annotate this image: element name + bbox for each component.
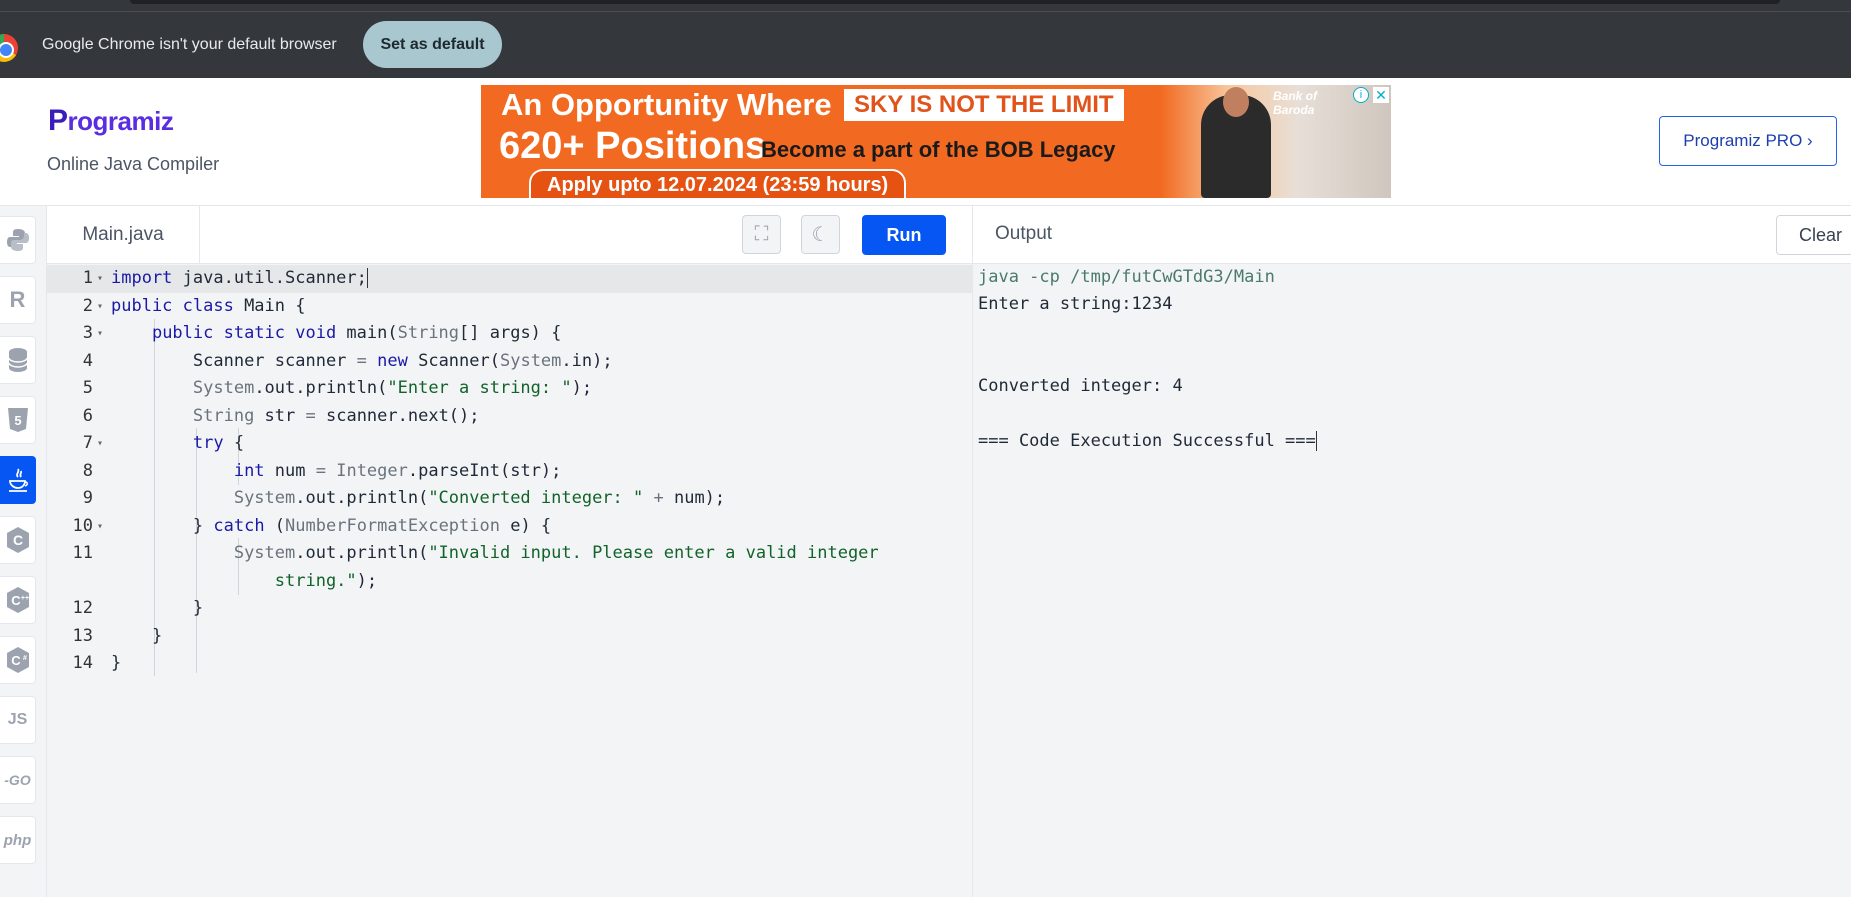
ad-close-icon[interactable]: ✕ — [1373, 87, 1389, 103]
dark-mode-icon[interactable]: ☾ — [801, 215, 840, 254]
code-line: 8 int num = Integer.parseInt(str); — [47, 458, 972, 486]
line-number: 5 — [82, 378, 93, 398]
logo-text: rogramiz — [67, 106, 174, 136]
r-label: R — [9, 287, 26, 312]
code-line: 2 ▾ public class Main { — [47, 293, 972, 321]
c-language-icon[interactable]: C — [0, 516, 36, 564]
line-number: 1 — [82, 268, 93, 288]
tab-strip — [130, 0, 1780, 4]
js-label: JS — [7, 711, 28, 728]
run-button[interactable]: Run — [862, 215, 946, 255]
svg-text:5: 5 — [14, 413, 21, 428]
programiz-pro-button[interactable]: Programiz PRO › — [1659, 116, 1837, 166]
chrome-logo-icon — [0, 34, 18, 62]
database-icon[interactable] — [0, 336, 36, 384]
ad-highlight: SKY IS NOT THE LIMIT — [844, 89, 1124, 121]
output-console[interactable]: java -cp /tmp/futCwGTdG3/Main Enter a st… — [972, 264, 1851, 897]
execution-status: === Code Execution Successful === — [978, 431, 1316, 451]
text-cursor — [1315, 431, 1317, 451]
output-line: Enter a string:1234 — [978, 294, 1173, 314]
line-number: 13 — [72, 625, 93, 646]
line-number: 9 — [82, 488, 93, 508]
svg-text:C: C — [11, 593, 21, 608]
code-line: 13 } — [47, 623, 972, 651]
cpp-language-icon[interactable]: C ++ — [0, 576, 36, 624]
svg-text:C: C — [11, 653, 21, 668]
php-language-icon[interactable]: php — [0, 816, 36, 864]
output-line: === Code Execution Successful === — [978, 428, 1317, 455]
code-line: 12 } — [47, 595, 972, 623]
code-line: 6 String str = scanner.next(); — [47, 403, 972, 431]
editor-toolbar: Main.java ⛶ ☾ Run — [47, 206, 972, 264]
php-label: php — [3, 831, 32, 849]
code-line: 7 ▾ try { — [47, 430, 972, 458]
output-command: java -cp /tmp/futCwGTdG3/Main — [978, 267, 1275, 287]
ad-positions: 620+ Positions — [499, 125, 767, 167]
ad-brand-logo: Bank of Baroda — [1273, 89, 1318, 117]
line-number: 3 — [82, 323, 93, 343]
fold-arrow-icon[interactable]: ▾ — [97, 265, 111, 293]
code-line: 5 System.out.println("Enter a string: ")… — [47, 375, 972, 403]
line-number: 2 — [82, 295, 93, 316]
logo-p: P — [48, 104, 68, 137]
csharp-language-icon[interactable]: C # — [0, 636, 36, 684]
line-number: 10 — [72, 515, 93, 536]
file-tab-main-java[interactable]: Main.java — [47, 206, 200, 264]
code-line: 11 System.out.println("Invalid input. Pl… — [47, 540, 972, 568]
fold-arrow-icon[interactable]: ▾ — [97, 293, 111, 321]
go-label: -GO — [4, 772, 31, 788]
code-line: 14 } — [47, 650, 972, 678]
language-sidebar: R 5 C C ++ C # JS -GO php — [0, 206, 47, 897]
advertisement-banner[interactable]: An Opportunity Where SKY IS NOT THE LIMI… — [481, 85, 1391, 198]
svg-text:C: C — [12, 532, 22, 548]
javascript-icon[interactable]: JS — [0, 696, 36, 744]
r-language-icon[interactable]: R — [0, 276, 36, 324]
fold-arrow-icon[interactable]: ▾ — [97, 430, 111, 458]
site-header: Programiz Online Java Compiler An Opport… — [0, 78, 1851, 206]
code-line: 3 ▾ public static void main(String[] args… — [47, 320, 972, 348]
line-number: 12 — [72, 598, 93, 618]
clear-button[interactable]: Clear — [1776, 215, 1851, 255]
java-icon[interactable] — [0, 456, 36, 504]
output-line: Converted integer: 4 — [978, 376, 1183, 396]
divider — [0, 11, 1851, 12]
line-number: 11 — [72, 543, 93, 563]
fold-arrow-icon[interactable]: ▾ — [97, 513, 111, 541]
page-subtitle: Online Java Compiler — [47, 154, 220, 174]
output-title: Output — [995, 223, 1053, 244]
svg-text:#: # — [23, 655, 27, 662]
line-number — [47, 568, 97, 596]
code-line: 4 Scanner scanner = new Scanner(System.i… — [47, 348, 972, 376]
fullscreen-icon[interactable]: ⛶ — [742, 215, 781, 254]
default-browser-message: Google Chrome isn't your default browser — [42, 36, 337, 53]
set-as-default-button[interactable]: Set as default — [363, 21, 502, 68]
svg-text:++: ++ — [20, 595, 28, 602]
chrome-infobar: Google Chrome isn't your default browser… — [0, 0, 1851, 78]
line-number: 14 — [72, 653, 93, 673]
python-icon[interactable] — [0, 216, 36, 264]
html5-icon[interactable]: 5 — [0, 396, 36, 444]
code-line: 9 System.out.println("Converted integer:… — [47, 485, 972, 513]
code-editor[interactable]: 1 ▾ import java.util.Scanner; 2 ▾ public c… — [47, 264, 972, 897]
go-language-icon[interactable]: -GO — [0, 756, 36, 804]
programiz-logo[interactable]: Programiz — [48, 104, 174, 138]
code-line-wrapped: string."); — [47, 568, 972, 596]
line-number: 6 — [82, 405, 93, 426]
code-line: 1 ▾ import java.util.Scanner; — [47, 265, 972, 293]
line-number: 7 — [82, 433, 93, 453]
ad-tagline: Become a part of the BOB Legacy — [761, 137, 1116, 162]
ad-apply-date: Apply upto 12.07.2024 (23:59 hours) — [529, 169, 907, 198]
fold-arrow-icon[interactable]: ▾ — [97, 320, 111, 348]
ad-headline: An Opportunity Where — [501, 87, 832, 122]
output-toolbar: Output Clear — [972, 206, 1851, 264]
line-number: 4 — [82, 350, 93, 371]
ad-info-icon[interactable]: i — [1353, 87, 1369, 103]
ad-person-image — [1201, 87, 1271, 198]
line-number: 8 — [82, 460, 93, 481]
code-line: 10 ▾ } catch (NumberFormatException e) { — [47, 513, 972, 541]
text-cursor — [366, 268, 368, 288]
